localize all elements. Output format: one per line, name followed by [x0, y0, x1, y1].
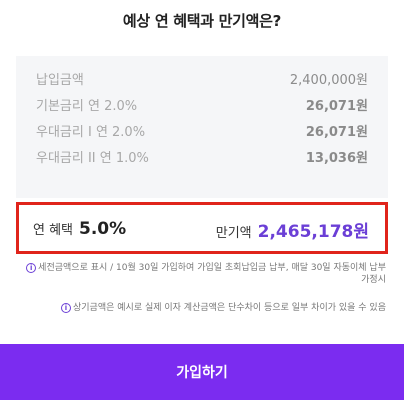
- join-button[interactable]: 가입하기: [0, 344, 404, 400]
- breakdown-label: 기본금리 연 2.0%: [36, 98, 138, 114]
- breakdown-value: 26,071원: [305, 98, 368, 114]
- info-icon: i: [61, 303, 71, 313]
- annual-benefit: 연 혜택 5.0%: [33, 219, 126, 239]
- maturity-amount: 만기액 2,465,178원: [216, 217, 369, 242]
- breakdown-row-preferential-2: 우대금리 II 연 1.0% 13,036원: [36, 146, 368, 166]
- interest-breakdown-panel: 납입금액 2,400,000원 기본금리 연 2.0% 26,071원 우대금리…: [16, 56, 388, 198]
- breakdown-label: 납입금액: [36, 72, 84, 88]
- info-icon: i: [26, 263, 37, 273]
- breakdown-value: 2,400,000원: [289, 72, 368, 88]
- disclaimer-note: i 상기금액은 예시로 실제 이자 계산금액은 단수차이 등으로 일부 차이가 있…: [26, 302, 386, 314]
- benefit-summary-box: 연 혜택 5.0% 만기액 2,465,178원: [16, 202, 388, 254]
- disclaimer-text: 세전금액으로 표시 / 10월 30일 가입하여 가입일 초회납입금 납부, 매…: [38, 263, 386, 285]
- breakdown-value: 26,071원: [305, 124, 368, 140]
- maturity-amount-label: 만기액: [215, 226, 252, 241]
- disclaimer-note: i 세전금액으로 표시 / 10월 30일 가입하여 가입일 초회납입금 납부, …: [26, 262, 386, 286]
- disclaimer-text: 상기금액은 예시로 실제 이자 계산금액은 단수차이 등으로 일부 차이가 있을…: [73, 303, 386, 313]
- annual-benefit-label: 연 혜택: [33, 223, 74, 238]
- breakdown-row-preferential-1: 우대금리 I 연 2.0% 26,071원: [36, 120, 368, 140]
- breakdown-label: 우대금리 I 연 2.0%: [36, 124, 146, 140]
- breakdown-value: 13,036원: [305, 150, 368, 166]
- breakdown-row-deposit: 납입금액 2,400,000원: [36, 68, 368, 88]
- annual-benefit-value: 5.0%: [79, 219, 127, 239]
- page-title: 예상 연 혜택과 만기액은?: [122, 12, 282, 30]
- maturity-amount-value: 2,465,178원: [257, 222, 369, 242]
- breakdown-label: 우대금리 II 연 1.0%: [36, 150, 149, 166]
- breakdown-row-base-rate: 기본금리 연 2.0% 26,071원: [36, 94, 368, 114]
